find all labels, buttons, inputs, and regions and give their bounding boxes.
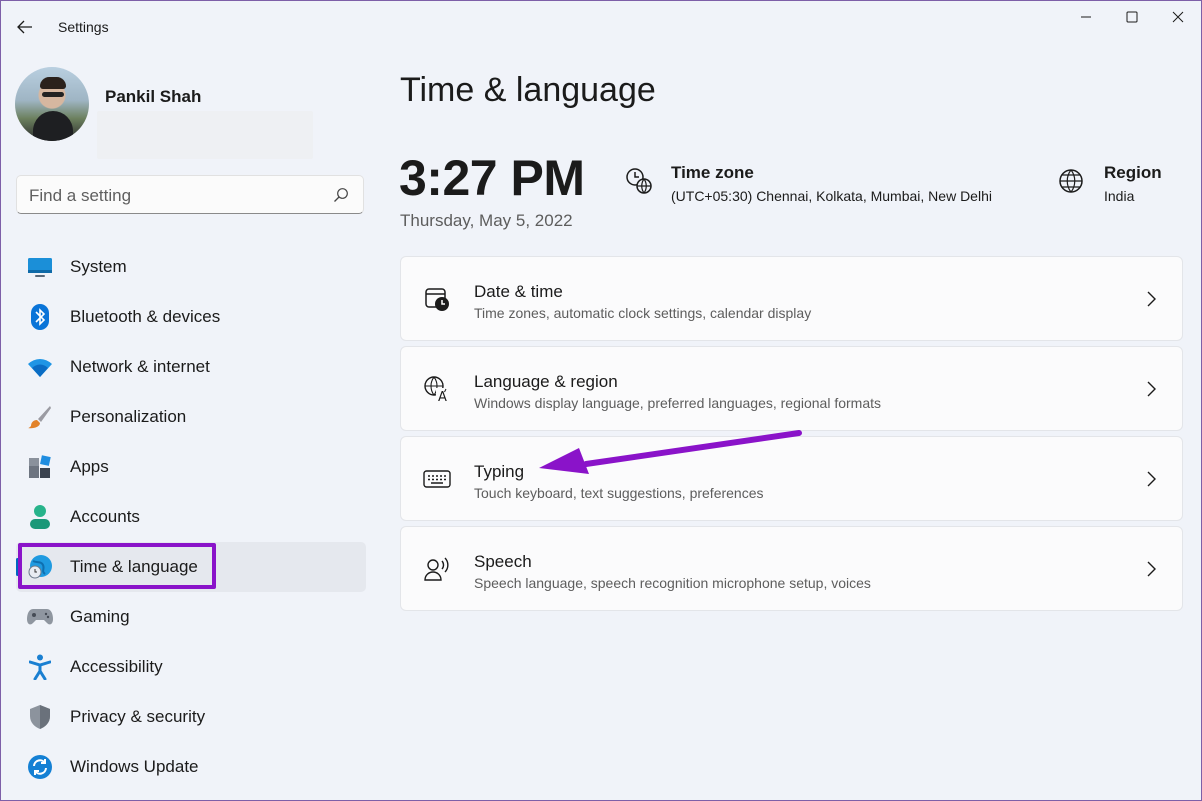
search-icon[interactable] [333,187,349,203]
bluetooth-icon [27,304,53,330]
sidebar-item-gaming[interactable]: Gaming [16,592,366,642]
card-speech[interactable]: Speech Speech language, speech recogniti… [400,526,1183,611]
settings-window: Settings Pankil Shah Find a setting Syst… [0,0,1202,801]
avatar [15,67,89,141]
time-zone-title: Time zone [671,163,754,182]
card-subtitle: Speech language, speech recognition micr… [474,575,871,591]
card-title: Speech [474,552,532,571]
keyboard-icon [423,465,451,493]
minimize-button[interactable] [1063,1,1109,33]
region-value: India [1104,188,1135,204]
card-subtitle: Windows display language, preferred lang… [474,395,882,411]
current-date: Thursday, May 5, 2022 [400,211,573,230]
sidebar-item-accessibility[interactable]: Accessibility [16,642,366,692]
shield-icon [27,704,53,730]
calendar-clock-icon [423,285,451,313]
card-title: Typing [474,462,525,481]
sidebar-item-privacy-security[interactable]: Privacy & security [16,692,366,742]
minimize-icon [1081,16,1091,18]
search-input[interactable]: Find a setting [29,186,131,206]
back-arrow-icon [17,20,32,34]
sidebar-nav: System Bluetooth & devices Network & int… [16,242,366,792]
page-title: Time & language [400,71,656,109]
window-controls [1063,1,1201,33]
sidebar-item-label: Bluetooth & devices [70,307,221,326]
chevron-right-icon [1147,291,1156,307]
wifi-icon [27,354,53,380]
card-date-time[interactable]: Date & time Time zones, automatic clock … [400,256,1183,341]
maximize-button[interactable] [1109,1,1155,33]
maximize-icon [1126,11,1138,23]
card-subtitle: Touch keyboard, text suggestions, prefer… [474,485,764,501]
chevron-right-icon [1147,561,1156,577]
svg-text:A: A [438,390,447,403]
close-button[interactable] [1155,1,1201,33]
profile-name: Pankil Shah [105,87,202,106]
sidebar-item-label: Apps [70,457,109,476]
sidebar-item-personalization[interactable]: Personalization [16,392,366,442]
app-title: Settings [58,19,109,35]
sidebar-item-label: System [70,257,127,276]
card-language-region[interactable]: A Language & region Windows display lang… [400,346,1183,431]
sidebar-item-system[interactable]: System [16,242,366,292]
chevron-right-icon [1147,471,1156,487]
sidebar-item-windows-update[interactable]: Windows Update [16,742,366,792]
current-time: 3:27 PM [399,150,585,206]
monitor-icon [27,254,53,280]
accessibility-icon [27,654,53,680]
sidebar-item-label: Windows Update [70,757,199,776]
close-icon [1172,11,1184,23]
update-icon [27,754,53,780]
active-indicator [16,558,19,576]
card-title: Date & time [474,282,563,301]
person-icon [27,504,53,530]
sidebar-item-apps[interactable]: Apps [16,442,366,492]
card-typing[interactable]: Typing Touch keyboard, text suggestions,… [400,436,1183,521]
globe-clock-icon [27,554,53,580]
brush-icon [27,404,53,430]
profile-email-redacted [97,111,313,159]
speech-icon [423,555,451,583]
title-bar: Settings [1,1,1201,53]
apps-icon [27,454,53,480]
chevron-right-icon [1147,381,1156,397]
sidebar-item-bluetooth[interactable]: Bluetooth & devices [16,292,366,342]
sidebar-item-label: Accounts [70,507,140,526]
time-zone-value: (UTC+05:30) Chennai, Kolkata, Mumbai, Ne… [671,188,992,204]
search-box[interactable]: Find a setting [16,175,364,214]
sidebar-item-label: Time & language [70,557,198,576]
region-title: Region [1104,163,1162,182]
sidebar-item-accounts[interactable]: Accounts [16,492,366,542]
sidebar-item-label: Accessibility [70,657,163,676]
sidebar-item-label: Network & internet [70,357,210,376]
sidebar-item-time-language[interactable]: Time & language [16,542,366,592]
sidebar-item-label: Gaming [70,607,130,626]
user-profile[interactable]: Pankil Shah [15,67,365,163]
sidebar-item-label: Personalization [70,407,187,426]
back-button[interactable] [9,13,41,41]
gamepad-icon [27,604,53,630]
card-title: Language & region [474,372,618,391]
card-subtitle: Time zones, automatic clock settings, ca… [474,305,812,321]
sidebar-item-network[interactable]: Network & internet [16,342,366,392]
language-icon: A [423,375,451,403]
sidebar-item-label: Privacy & security [70,707,206,726]
globe-icon [1059,169,1083,193]
time-zone-icon [626,168,652,194]
